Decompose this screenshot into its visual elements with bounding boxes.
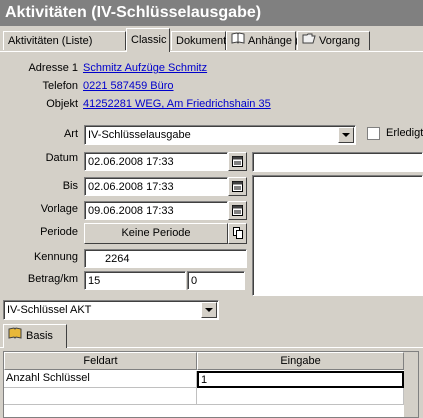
book-icon	[8, 325, 22, 347]
window-title: Aktivitäten (IV-Schlüsselausgabe)	[0, 0, 423, 26]
kennung-label: Kennung	[33, 251, 78, 263]
calendar-icon	[229, 155, 246, 167]
art-select[interactable]: IV-Schlüsselausgabe	[84, 125, 356, 145]
vorlage-label: Vorlage	[40, 203, 78, 215]
tab-basis[interactable]: Basis	[3, 324, 67, 348]
type-select[interactable]: IV-Schlüssel AKT	[3, 300, 219, 320]
adresse-label: Adresse 1	[28, 62, 78, 74]
data-grid: Feldart Eingabe Anzahl Schlüssel 1	[3, 351, 419, 418]
grid-cell-empty[interactable]	[197, 388, 404, 405]
calendar-icon	[229, 180, 246, 192]
objekt-label: Objekt	[46, 98, 78, 110]
grid-header-feldart[interactable]: Feldart	[4, 352, 197, 370]
art-label: Art	[63, 128, 78, 140]
betrag-input[interactable]: 15	[84, 271, 186, 290]
betrag-label: Betrag/km	[27, 273, 78, 285]
datum-calendar-button[interactable]	[228, 152, 247, 171]
tab-anhaenge[interactable]: Anhänge (0)	[226, 31, 309, 50]
chevron-down-icon[interactable]	[201, 302, 217, 318]
datum-input[interactable]: 02.06.2008 17:33	[84, 152, 228, 171]
chevron-down-icon[interactable]	[338, 127, 354, 143]
tab-bar: Aktivitäten (Liste) Classic Dokument Anh…	[0, 28, 423, 52]
km-input[interactable]: 0	[187, 271, 245, 290]
calendar-icon	[229, 204, 246, 216]
tab-vorgang[interactable]: Vorgang	[297, 31, 370, 50]
erledigt-label: Erledigt	[386, 127, 423, 139]
folder-icon	[302, 32, 316, 50]
datum-notes-input[interactable]	[252, 152, 423, 172]
grid-cell-eingabe[interactable]: 1	[197, 371, 404, 388]
tab-aktivitaeten-liste[interactable]: Aktivitäten (Liste)	[3, 31, 126, 50]
periode-copy-button[interactable]	[228, 223, 247, 244]
grid-cell-empty	[4, 388, 197, 405]
grid-scrollbar[interactable]	[404, 352, 418, 417]
tab-dokument[interactable]: Dokument	[171, 31, 226, 50]
periode-label: Periode	[40, 226, 78, 238]
datum-label: Datum	[45, 152, 78, 164]
tab-classic[interactable]: Classic	[126, 28, 170, 52]
objekt-link[interactable]: 41252281 WEG, Am Friedrichshain 35	[83, 98, 271, 110]
vorlage-calendar-button[interactable]	[228, 201, 247, 220]
adresse-link[interactable]: Schmitz Aufzüge Schmitz	[83, 62, 207, 74]
bis-label: Bis	[62, 180, 78, 192]
bis-calendar-button[interactable]	[228, 177, 247, 196]
telefon-label: Telefon	[42, 80, 78, 92]
grid-cell-feldart: Anzahl Schlüssel	[4, 371, 197, 388]
kennung-input[interactable]: 2264	[84, 249, 247, 268]
vorlage-input[interactable]: 09.06.2008 17:33	[84, 201, 228, 220]
erledigt-checkbox[interactable]	[367, 127, 380, 140]
telefon-link[interactable]: 0221 587459 Büro	[83, 80, 174, 92]
tab-divider	[0, 51, 423, 52]
grid-header-eingabe[interactable]: Eingabe	[197, 352, 404, 370]
description-textarea[interactable]	[252, 175, 423, 296]
book-icon	[231, 32, 245, 50]
bis-input[interactable]: 02.06.2008 17:33	[84, 177, 228, 196]
periode-button[interactable]: Keine Periode	[84, 223, 228, 244]
copy-icon	[232, 227, 243, 242]
